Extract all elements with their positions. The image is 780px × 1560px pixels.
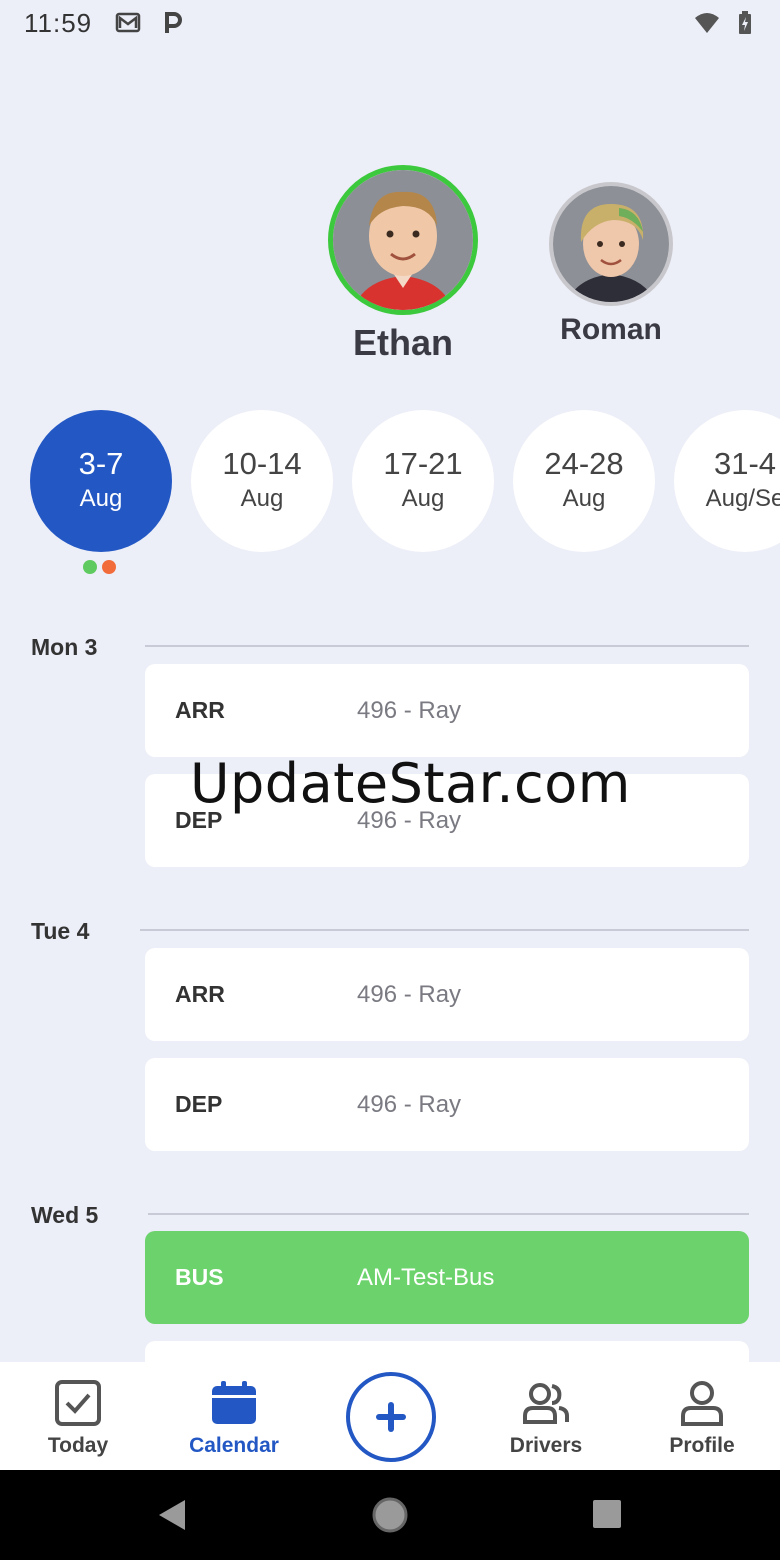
nav-drivers[interactable]: Drivers [468,1362,624,1470]
nav-profile[interactable]: Profile [624,1362,780,1470]
system-nav-bar [0,1470,780,1560]
day-label-tue-4: Tue 4 [31,918,90,944]
status-bar: 11:59 [0,0,780,48]
week-month: Aug [240,485,284,512]
week-range: 3-7 [78,446,124,481]
week-range: 31-4 [713,446,777,481]
week-chip-31-4[interactable]: 31-4 Aug/Se [674,410,780,552]
week-range: 10-14 [222,446,302,481]
student-avatar-ethan[interactable] [328,165,478,315]
day-label-wed-5: Wed 5 [31,1202,99,1228]
entry-card-tue-arr[interactable]: ARR 496 - Ray [145,948,749,1041]
nav-calendar[interactable]: Calendar [156,1362,312,1470]
entry-card-mon-arr[interactable]: ARR 496 - Ray [145,664,749,757]
plus-icon [376,1402,406,1432]
person-icon [681,1381,723,1426]
week-month: Aug [562,485,606,512]
week-chip-3-7[interactable]: 3-7 Aug [30,410,172,552]
checkbox-icon [55,1380,101,1426]
entry-type: BUS [175,1264,224,1290]
roman-photo [553,186,669,302]
wifi-icon [695,13,719,33]
day-label-mon-3: Mon 3 [31,634,98,660]
entry-type: ARR [175,697,225,723]
back-icon[interactable] [155,1498,189,1532]
entry-route: 496 - Ray [357,697,462,724]
student-name-roman[interactable]: Roman [530,313,692,347]
day-divider [140,929,749,931]
nav-label-calendar: Calendar [189,1434,279,1457]
nav-label-today: Today [47,1434,109,1457]
ethan-photo [333,170,473,310]
week-chip-10-14[interactable]: 10-14 Aug [191,410,333,552]
week-chip-clip: 31-4 Aug/Se [674,410,780,552]
entry-card-wed-bus[interactable]: BUS AM-Test-Bus [145,1231,749,1324]
calendar-icon [212,1381,256,1424]
bottom-nav: Today Calendar Drivers Profile [0,1362,780,1470]
nav-label-drivers: Drivers [509,1434,583,1457]
week-range: 17-21 [383,446,463,481]
entry-route: AM-Test-Bus [357,1264,495,1291]
student-avatar-roman[interactable] [549,182,673,306]
week-month: Aug/Se [705,485,780,512]
battery-icon [739,11,751,34]
status-time: 11:59 [24,8,93,38]
student-name-ethan[interactable]: Ethan [320,322,486,364]
entry-card-tue-dep[interactable]: DEP 496 - Ray [145,1058,749,1151]
recents-icon[interactable] [591,1498,623,1530]
entry-type: ARR [175,981,225,1007]
status-dot-orange [102,560,116,574]
parking-icon [165,12,182,33]
home-icon[interactable] [371,1496,409,1534]
entry-route: 496 - Ray [357,1091,462,1118]
status-dot-green [83,560,97,574]
gmail-icon [115,12,141,33]
day-divider [148,1213,749,1215]
day-divider [145,645,749,647]
week-chip-24-28[interactable]: 24-28 Aug [513,410,655,552]
week-month: Aug [79,485,123,512]
nav-today[interactable]: Today [0,1362,156,1470]
week-month: Aug [401,485,445,512]
week-chip-17-21[interactable]: 17-21 Aug [352,410,494,552]
entry-type: DEP [175,1091,223,1117]
add-button[interactable] [346,1372,436,1462]
week-range: 24-28 [544,446,624,481]
nav-label-profile: Profile [669,1434,735,1457]
entry-route: 496 - Ray [357,981,462,1008]
watermark: UpdateStar.com [190,752,631,815]
people-icon [523,1383,569,1424]
